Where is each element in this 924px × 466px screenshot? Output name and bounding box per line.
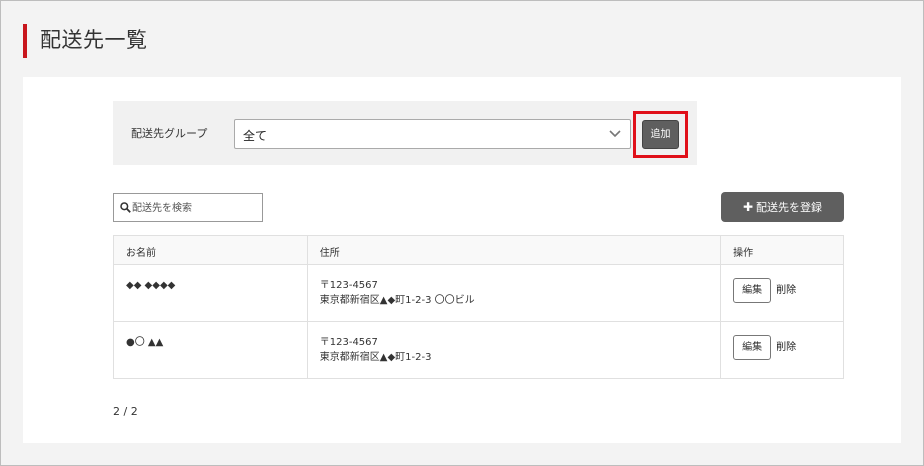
header-address: 住所 bbox=[306, 235, 722, 265]
row-postal: 〒123-4567 bbox=[319, 280, 378, 291]
content-panel: 配送先グループ 全て 追加 ✚配送先を登録 お名前 bbox=[23, 77, 901, 443]
row-name: ●〇 ▲▲ bbox=[113, 321, 308, 379]
row-postal: 〒123-4567 bbox=[319, 337, 378, 348]
register-button-label: 配送先を登録 bbox=[756, 201, 823, 214]
search-input[interactable] bbox=[132, 199, 257, 217]
group-filter-label: 配送先グループ bbox=[131, 127, 208, 140]
delete-link[interactable]: 削除 bbox=[776, 340, 796, 355]
group-select-value: 全て bbox=[243, 129, 268, 143]
page-frame: 配送先一覧 配送先グループ 全て 追加 ✚配送先を登録 bbox=[0, 0, 924, 466]
header-name: お名前 bbox=[113, 235, 308, 265]
plus-icon: ✚ bbox=[742, 200, 754, 214]
add-group-button[interactable]: 追加 bbox=[642, 120, 679, 149]
address-table: お名前 住所 操作 ◆◆ ◆◆◆◆ 〒123-4567 東京都新宿区▲◆町1-2… bbox=[113, 235, 844, 379]
edit-button[interactable]: 編集 bbox=[733, 278, 772, 303]
edit-button[interactable]: 編集 bbox=[733, 335, 772, 360]
row-name: ◆◆ ◆◆◆◆ bbox=[113, 264, 308, 322]
delete-link[interactable]: 削除 bbox=[776, 283, 796, 298]
row-address-cell: 〒123-4567 東京都新宿区▲◆町1-2-3 bbox=[306, 321, 722, 379]
row-address-cell: 〒123-4567 東京都新宿区▲◆町1-2-3 〇〇ビル bbox=[306, 264, 722, 322]
search-box[interactable] bbox=[113, 193, 263, 222]
header-actions: 操作 bbox=[720, 235, 844, 265]
row-address: 東京都新宿区▲◆町1-2-3 〇〇ビル bbox=[319, 295, 475, 306]
search-icon bbox=[120, 202, 131, 213]
row-actions: 編集 削除 bbox=[720, 321, 844, 379]
register-button[interactable]: ✚ 配送先を登録 bbox=[721, 192, 844, 222]
table-header-row: お名前 住所 操作 bbox=[113, 235, 844, 265]
row-actions: 編集 削除 bbox=[720, 264, 844, 322]
page-title: 配送先一覧 bbox=[23, 24, 148, 58]
group-filter-box: 配送先グループ 全て 追加 bbox=[113, 101, 697, 165]
row-address: 東京都新宿区▲◆町1-2-3 bbox=[319, 352, 432, 363]
chevron-down-icon bbox=[609, 130, 621, 138]
pagination-indicator: 2 / 2 bbox=[113, 405, 138, 418]
group-select[interactable]: 全て bbox=[234, 119, 631, 149]
table-row: ●〇 ▲▲ 〒123-4567 東京都新宿区▲◆町1-2-3 編集 削除 bbox=[113, 321, 844, 379]
table-row: ◆◆ ◆◆◆◆ 〒123-4567 東京都新宿区▲◆町1-2-3 〇〇ビル 編集… bbox=[113, 264, 844, 322]
